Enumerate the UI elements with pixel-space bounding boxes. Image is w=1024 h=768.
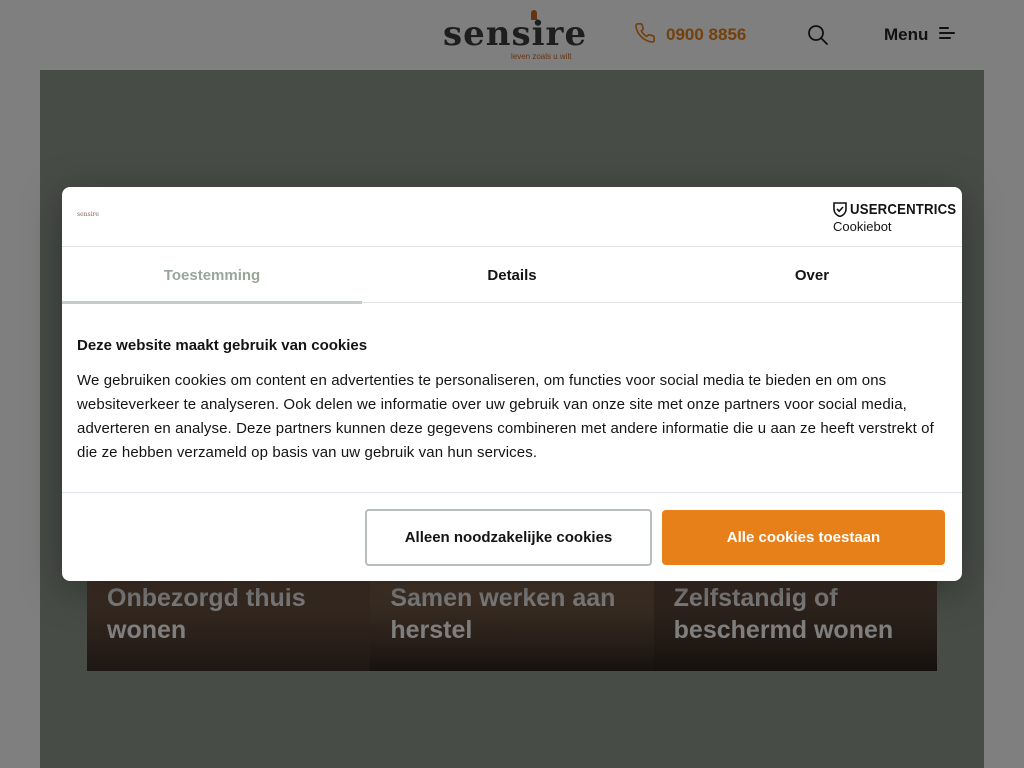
tab-consent[interactable]: Toestemming: [62, 247, 362, 304]
usercentrics-logo[interactable]: USERCENTRICS Cookiebot: [833, 201, 956, 235]
shield-icon: [833, 202, 847, 218]
provider-name: USERCENTRICS: [850, 201, 957, 218]
provider-sub: Cookiebot: [833, 219, 892, 234]
dialog-description: We gebruiken cookies om content en adver…: [77, 372, 934, 461]
dialog-footer: Alleen noodzakelijke cookies Alle cookie…: [62, 492, 962, 581]
allow-all-cookies-button[interactable]: Alle cookies toestaan: [662, 510, 945, 565]
cookie-consent-dialog: sensire USERCENTRICS Cookiebot Toestemmi…: [62, 187, 962, 581]
tab-about[interactable]: Over: [662, 247, 962, 303]
dialog-header: sensire USERCENTRICS Cookiebot: [62, 187, 962, 247]
tab-details[interactable]: Details: [362, 247, 662, 303]
dialog-tabs: Toestemming Details Over: [62, 247, 962, 304]
dialog-body: Deze website maakt gebruik van cookies W…: [77, 337, 947, 465]
dialog-title: Deze website maakt gebruik van cookies: [77, 337, 368, 354]
necessary-cookies-button[interactable]: Alleen noodzakelijke cookies: [365, 509, 652, 566]
dialog-site-logo: sensire: [77, 211, 99, 218]
